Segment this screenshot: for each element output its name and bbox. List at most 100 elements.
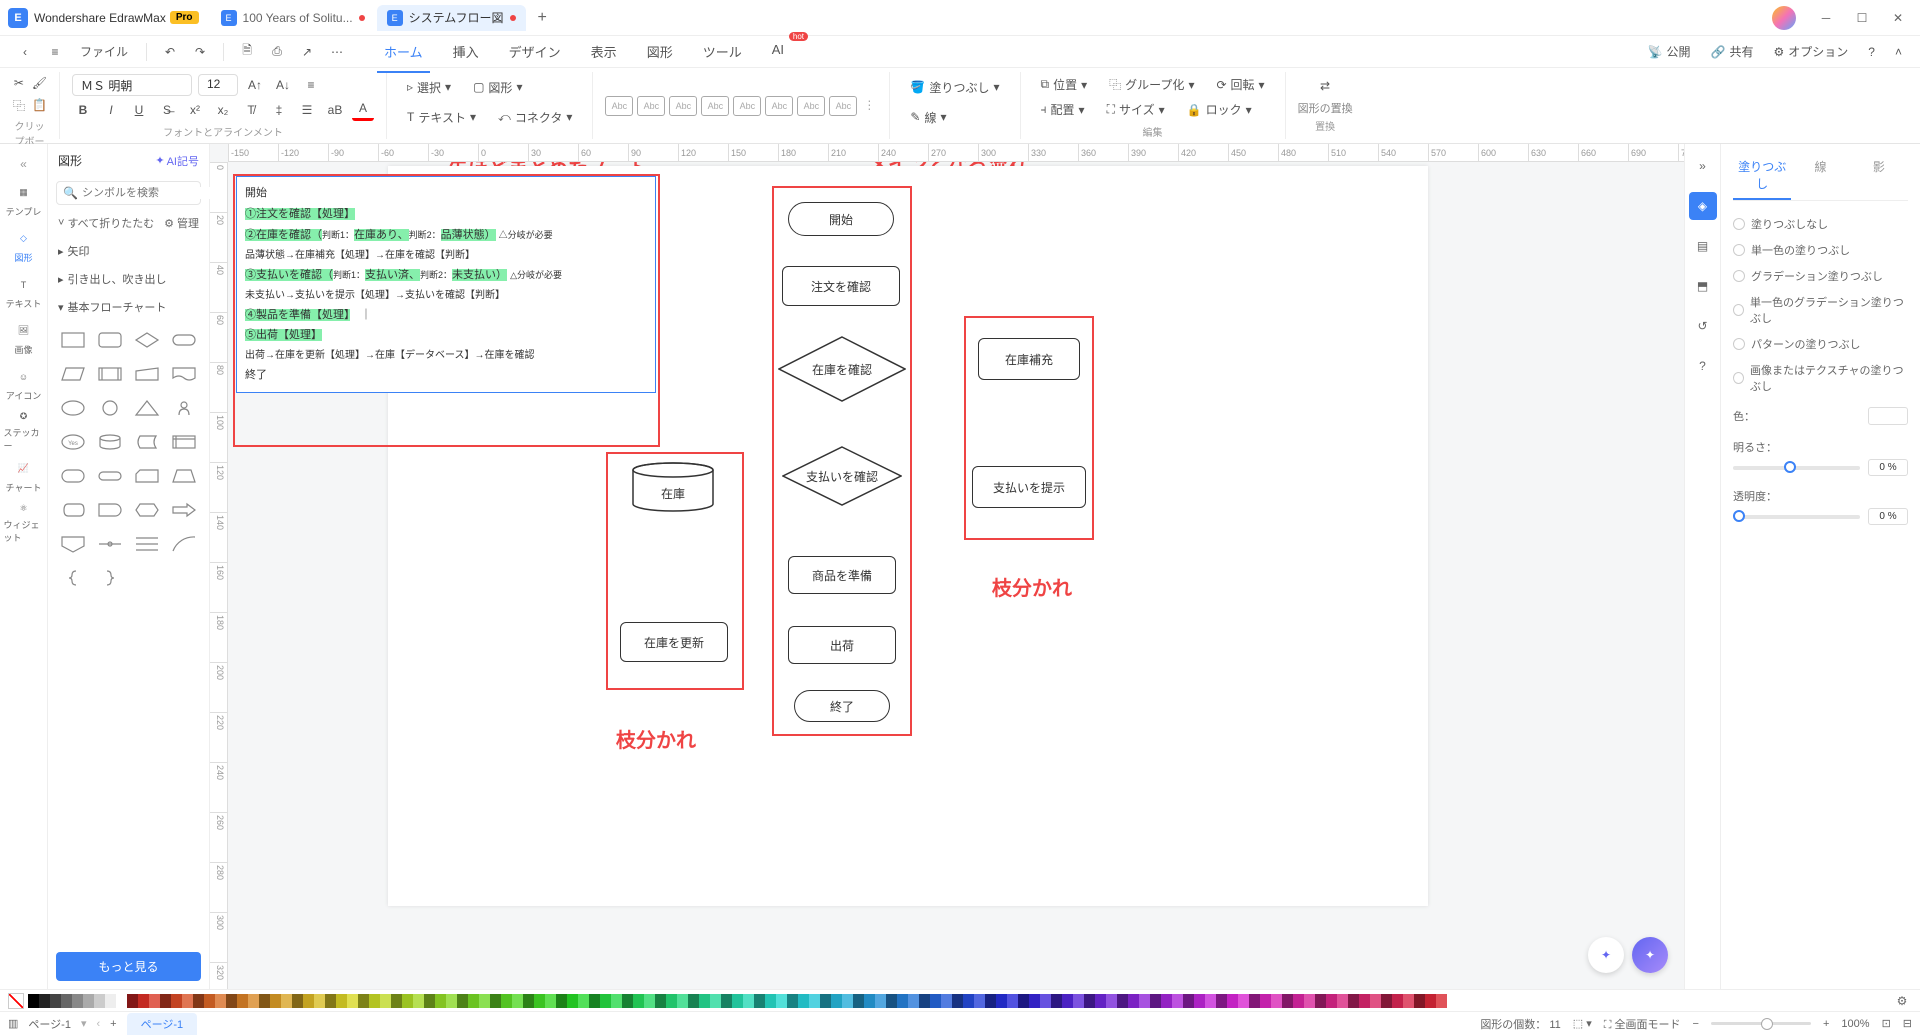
zoom-slider[interactable] <box>1711 1022 1811 1025</box>
fit-page-icon[interactable]: ⊡ <box>1882 1017 1891 1030</box>
rail-icon[interactable]: ☺アイコン <box>4 362 44 406</box>
underline-icon[interactable]: U <box>128 99 150 121</box>
bold-icon[interactable]: B <box>72 99 94 121</box>
tab-view[interactable]: 表示 <box>577 36 631 67</box>
canvas-page[interactable]: 開始 ①注文を確認【処理】 ②在庫を確認（判断1：在庫あり、判断2：品薄状態） … <box>388 166 1428 906</box>
fill-option-pattern[interactable]: パターンの塗りつぶし <box>1733 331 1908 357</box>
shape-display[interactable] <box>56 495 89 525</box>
shape-brace-right[interactable] <box>93 563 126 593</box>
shape-start[interactable]: 開始 <box>788 202 894 236</box>
collapse-panel-icon[interactable]: « <box>4 152 44 176</box>
font-size-select[interactable]: 12 <box>198 74 238 96</box>
paste-icon[interactable]: 📋 <box>32 94 47 116</box>
align-button[interactable]: ⫞ 配置 ▾ <box>1033 98 1093 121</box>
position-button[interactable]: ⧉ 位置 ▾ <box>1033 73 1096 96</box>
shape-rounded-rect[interactable] <box>93 325 126 355</box>
shape-check-stock[interactable]: 在庫を確認 <box>778 336 906 402</box>
options-button[interactable]: ⚙オプション <box>1768 41 1855 62</box>
superscript-icon[interactable]: x² <box>184 99 206 121</box>
subscript-icon[interactable]: x₂ <box>212 99 234 121</box>
clear-format-icon[interactable]: T̸ <box>240 99 262 121</box>
shape-database[interactable]: 在庫 <box>632 462 714 512</box>
shape-summing[interactable] <box>93 529 126 559</box>
shape-predefined[interactable] <box>93 359 126 389</box>
shape-rounded-rect2[interactable] <box>56 461 89 491</box>
rotate-button[interactable]: ⟳ 回転 ▾ <box>1208 73 1272 96</box>
shape-tool-button[interactable]: ▢ 図形 ▾ <box>465 76 530 99</box>
shape-trapezoid[interactable] <box>168 461 201 491</box>
no-color-swatch[interactable] <box>8 993 24 1009</box>
rail-shapes[interactable]: ◇図形 <box>4 224 44 268</box>
page-prev-button[interactable]: ‹ <box>97 1018 101 1030</box>
shape-diamond[interactable] <box>131 325 164 355</box>
align-icon[interactable]: ≡ <box>300 74 322 96</box>
collapse-ribbon-button[interactable]: ˄ <box>1889 43 1908 61</box>
shape-hexagon[interactable] <box>131 495 164 525</box>
select-tool-button[interactable]: ▹ 選択 ▾ <box>399 76 459 99</box>
file-menu[interactable]: ファイル <box>72 39 136 64</box>
shape-arrow-right[interactable] <box>168 495 201 525</box>
fill-option-gradient[interactable]: グラデーション塗りつぶし <box>1733 263 1908 289</box>
opacity-value[interactable]: 0 % <box>1868 508 1908 525</box>
props-tab-shadow[interactable]: 影 <box>1850 152 1908 200</box>
connector-tool-button[interactable]: ⤺ コネクタ ▾ <box>490 106 580 129</box>
rr-layers-icon[interactable]: ⬒ <box>1689 272 1717 300</box>
rail-text[interactable]: Tテキスト <box>4 270 44 314</box>
color-picker[interactable] <box>1868 407 1908 425</box>
more-shapes-button[interactable]: もっと見る <box>56 952 201 981</box>
font-color-icon[interactable]: A <box>352 99 374 121</box>
shape-capsule[interactable] <box>93 461 126 491</box>
tab-design[interactable]: デザイン <box>495 36 575 67</box>
rail-chart[interactable]: 📈チャート <box>4 454 44 498</box>
italic-icon[interactable]: I <box>100 99 122 121</box>
size-button[interactable]: ⛶ サイズ ▾ <box>1099 98 1173 121</box>
ai-generate-button[interactable]: ✦ AI記号 <box>155 153 199 169</box>
symbol-search-input[interactable] <box>82 187 224 199</box>
style-preset-3[interactable]: Abc <box>669 96 697 116</box>
shape-stored-data[interactable] <box>131 427 164 457</box>
shape-arc[interactable] <box>168 529 201 559</box>
page-indicator-icon[interactable]: ▥ <box>8 1017 18 1030</box>
replace-shape-icon[interactable]: ⇄ <box>1314 72 1336 100</box>
list-icon[interactable]: ☰ <box>296 99 318 121</box>
opacity-slider[interactable] <box>1733 515 1860 519</box>
shape-manual-input[interactable] <box>131 359 164 389</box>
category-arrow[interactable]: ▸ 矢印 <box>48 237 209 265</box>
fill-option-image[interactable]: 画像またはテクスチャの塗りつぶし <box>1733 357 1908 399</box>
magic-button[interactable]: ✦ <box>1632 937 1668 973</box>
format-painter-icon[interactable]: 🖌 <box>32 72 47 94</box>
close-button[interactable]: ✕ <box>1884 4 1912 32</box>
shape-end[interactable]: 終了 <box>794 690 890 722</box>
shape-internal-storage[interactable] <box>168 427 201 457</box>
fullscreen-button[interactable]: ⛶ 全画面モード <box>1604 1016 1681 1032</box>
shape-restock[interactable]: 在庫補充 <box>978 338 1080 380</box>
redo-button[interactable]: ↷ <box>187 39 213 65</box>
line-spacing-icon[interactable]: ‡ <box>268 99 290 121</box>
style-preset-5[interactable]: Abc <box>733 96 761 116</box>
rr-page-icon[interactable]: ▤ <box>1689 232 1717 260</box>
text-tool-button[interactable]: T テキスト ▾ <box>399 106 484 129</box>
tab-shapes[interactable]: 図形 <box>633 36 687 67</box>
category-basic-flowchart[interactable]: ▾ 基本フローチャート <box>48 293 209 321</box>
fill-option-solid-gradient[interactable]: 単一色のグラデーション塗りつぶし <box>1733 289 1908 331</box>
shape-show-payment[interactable]: 支払いを提示 <box>972 466 1086 508</box>
add-tab-button[interactable]: + <box>528 5 557 31</box>
rail-sticker[interactable]: ✪ステッカー <box>4 408 44 452</box>
page-tab[interactable]: ページ-1 <box>127 1013 198 1035</box>
rr-history-icon[interactable]: ↺ <box>1689 312 1717 340</box>
fill-option-solid[interactable]: 単一色の塗りつぶし <box>1733 237 1908 263</box>
help-button[interactable]: ? <box>1862 43 1881 61</box>
shape-terminator[interactable] <box>168 325 201 355</box>
shape-card[interactable] <box>131 461 164 491</box>
props-tab-fill[interactable]: 塗りつぶし <box>1733 152 1791 200</box>
tab-ai[interactable]: AI hot <box>758 36 798 67</box>
shape-circle[interactable] <box>93 393 126 423</box>
zoom-out-button[interactable]: − <box>1693 1018 1699 1030</box>
add-page-button[interactable]: + <box>110 1018 116 1030</box>
color-settings-icon[interactable]: ⚙ <box>1892 991 1912 1011</box>
ai-assist-button[interactable]: ✦ <box>1588 937 1624 973</box>
layers-status-icon[interactable]: ⬚ ▾ <box>1573 1017 1592 1030</box>
cut-icon[interactable]: ✂ <box>12 72 26 94</box>
document-tab-2[interactable]: E システムフロー図 <box>377 5 526 31</box>
shape-triangle[interactable] <box>131 393 164 423</box>
